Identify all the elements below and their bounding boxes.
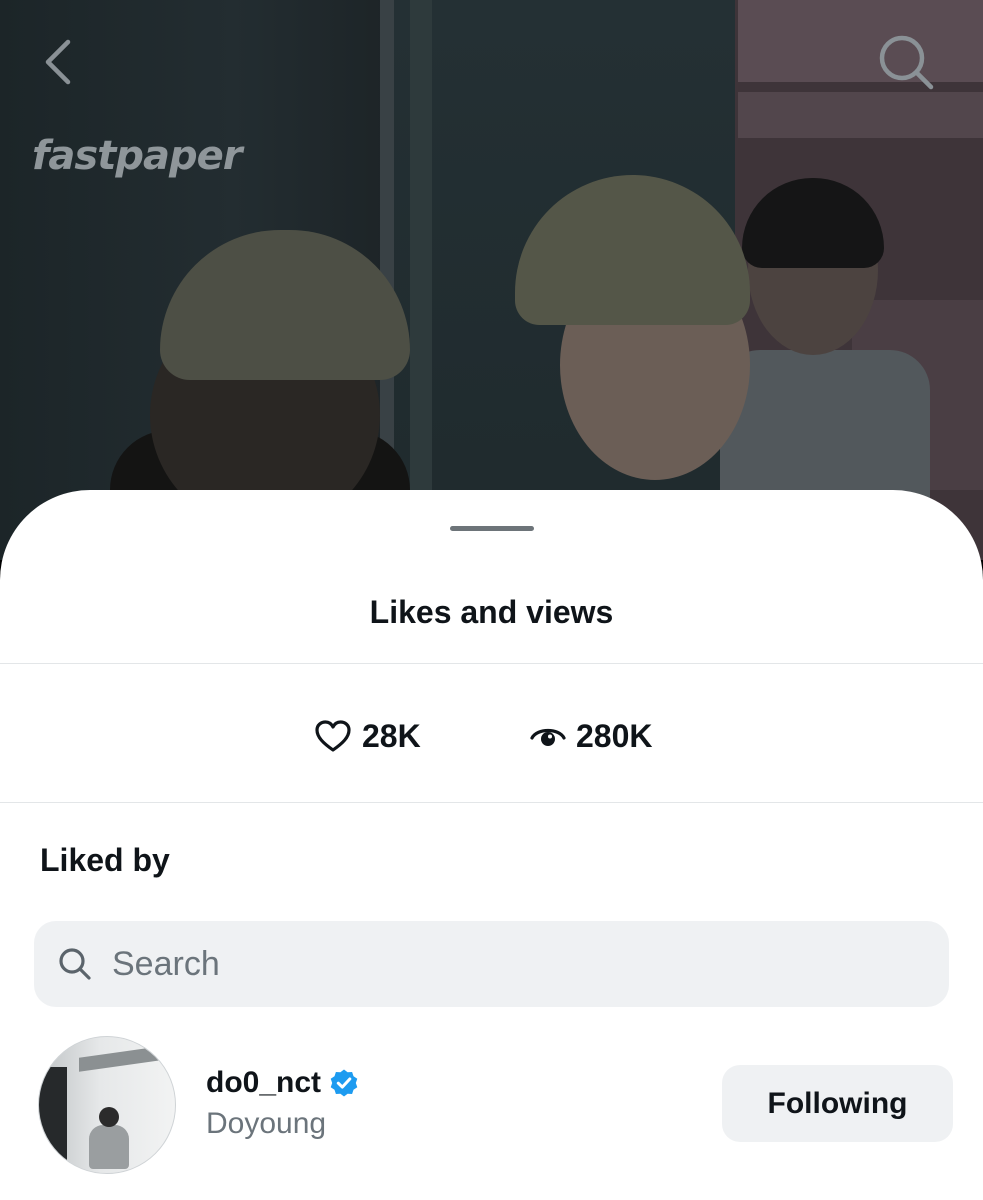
search-field[interactable] (34, 921, 949, 1007)
search-icon (59, 948, 91, 980)
likes-count: 28K (362, 717, 421, 754)
search-input[interactable] (112, 944, 892, 984)
photo-region (410, 0, 432, 560)
sheet-title: Likes and views (369, 594, 614, 630)
search-button[interactable] (876, 32, 936, 92)
avatar[interactable] (38, 1036, 176, 1174)
heart-icon (315, 720, 351, 752)
avatar-photo (99, 1107, 119, 1127)
drag-handle[interactable] (450, 526, 534, 531)
likes-views-sheet: Likes and views 28K 280K Liked by Search… (0, 490, 983, 1200)
avatar-photo (89, 1125, 129, 1169)
views-stat: 280K (530, 712, 653, 760)
watermark: fastpaper (32, 133, 242, 179)
likes-stat: 28K (314, 712, 421, 760)
search-icon (879, 35, 934, 90)
background-photo: fastpaper (0, 0, 983, 560)
liked-by-heading: Liked by (40, 842, 170, 878)
photo-region (738, 0, 983, 82)
chevron-left-icon (45, 39, 71, 85)
following-button[interactable]: Following (722, 1065, 953, 1142)
back-button[interactable] (36, 36, 80, 88)
eye-icon (530, 728, 566, 746)
username[interactable]: do0_nct (206, 1066, 359, 1100)
photo-region (738, 92, 983, 138)
divider (0, 663, 983, 664)
divider (0, 802, 983, 803)
views-count: 280K (576, 717, 653, 754)
verified-badge-icon (330, 1069, 358, 1097)
avatar-photo (39, 1067, 67, 1173)
user-list-item[interactable]: do0_nct Doyoung Following (0, 1033, 983, 1183)
username-text: do0_nct (206, 1066, 322, 1099)
display-name: Doyoung (206, 1107, 327, 1140)
